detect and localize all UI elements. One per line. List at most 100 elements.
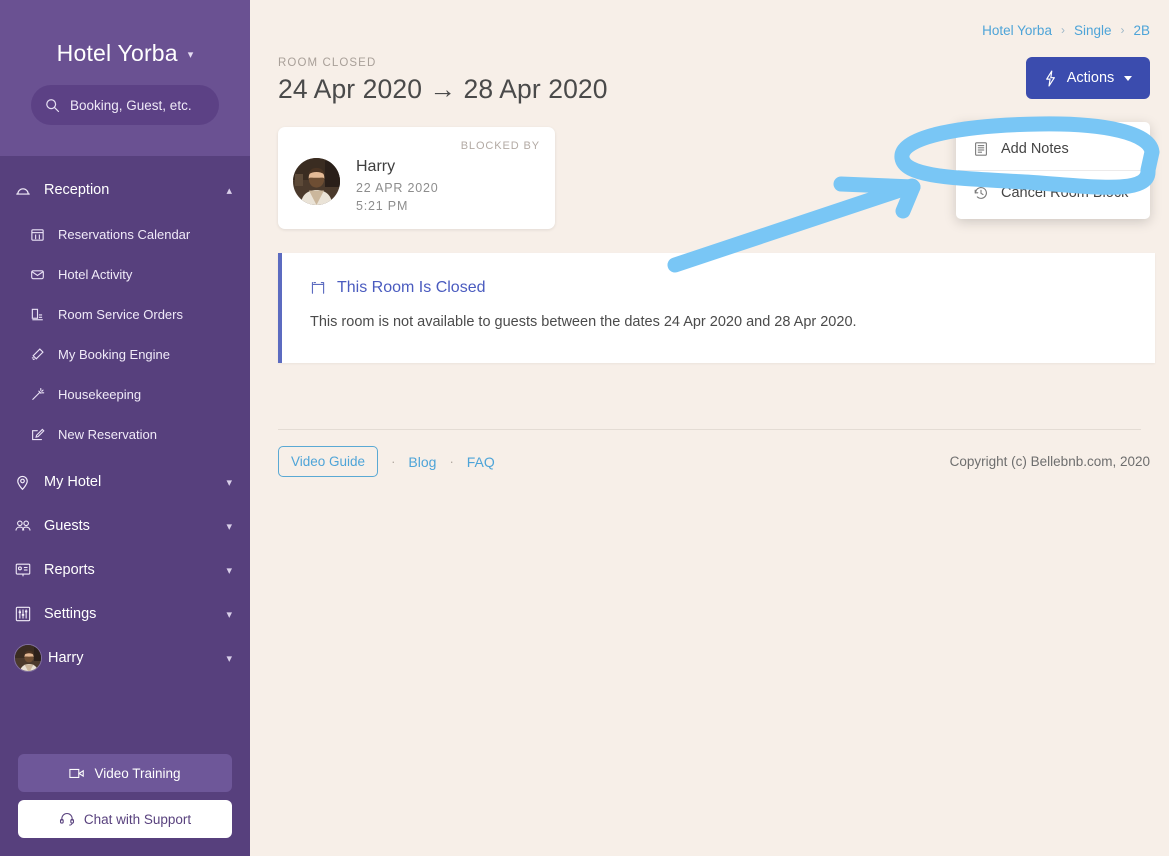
actions-button[interactable]: Actions <box>1026 57 1150 99</box>
sidebar-item-housekeeping[interactable]: Housekeeping <box>0 374 250 414</box>
footer-dot: · <box>391 454 396 469</box>
footer: Video Guide · Blog · FAQ Copyright (c) B… <box>264 430 1155 477</box>
sidebar-group-label: Guests <box>44 518 90 534</box>
breadcrumb: Hotel Yorba › Single › 2B <box>264 0 1155 40</box>
sidebar-group-settings[interactable]: Settings ▾ <box>0 592 250 636</box>
chevron-down-icon: ▾ <box>226 608 232 621</box>
brand-switcher[interactable]: Hotel Yorba ▾ <box>0 0 250 67</box>
room-service-icon <box>30 307 52 322</box>
actions-dropdown-menu: Add Notes Cancel Room Block <box>956 122 1150 219</box>
sidebar-item-reservations-calendar[interactable]: Reservations Calendar <box>0 214 250 254</box>
search-input[interactable]: Booking, Guest, etc. <box>31 85 219 125</box>
reports-icon <box>14 561 38 579</box>
room-closed-alert: This Room Is Closed This room is not ava… <box>278 253 1155 363</box>
footer-link-blog[interactable]: Blog <box>408 454 436 470</box>
booking-engine-icon <box>30 347 52 362</box>
history-clock-icon <box>973 185 989 201</box>
sidebar-user-label: Harry <box>48 650 84 666</box>
breadcrumb-separator: › <box>1120 23 1125 37</box>
sidebar-item-label: Reservations Calendar <box>58 226 191 242</box>
menu-item-cancel-room-block[interactable]: Cancel Room Block <box>956 171 1150 214</box>
chevron-down-icon: ▾ <box>226 564 232 577</box>
headset-icon <box>59 811 75 827</box>
bolt-icon <box>1044 69 1057 87</box>
sidebar-header: Hotel Yorba ▾ Booking, Guest, etc. <box>0 0 250 156</box>
envelope-icon <box>30 267 52 282</box>
caret-down-icon <box>1124 75 1133 81</box>
sidebar-group-label: Settings <box>44 606 97 622</box>
magic-wand-icon <box>30 387 52 402</box>
alert-title: This Room Is Closed <box>337 279 486 296</box>
sidebar-item-label: My Booking Engine <box>58 346 171 362</box>
sidebar-item-hotel-activity[interactable]: Hotel Activity <box>0 254 250 294</box>
chevron-down-icon: ▾ <box>226 652 232 665</box>
sidebar-item-label: New Reservation <box>58 426 157 442</box>
menu-item-label: Cancel Room Block <box>1001 184 1129 201</box>
pencil-square-icon <box>30 427 52 442</box>
chat-support-button[interactable]: Chat with Support <box>18 800 232 838</box>
footer-dot: · <box>449 454 454 469</box>
sidebar-item-my-booking-engine[interactable]: My Booking Engine <box>0 334 250 374</box>
sidebar-group-guests[interactable]: Guests ▾ <box>0 504 250 548</box>
video-training-label: Video Training <box>94 765 181 781</box>
chevron-down-icon: ▾ <box>226 476 232 489</box>
sidebar-group-label: Reception <box>44 182 110 198</box>
search-placeholder: Booking, Guest, etc. <box>70 97 192 113</box>
blocked-by-time: 5:21 PM <box>356 199 409 213</box>
video-camera-icon <box>69 766 85 780</box>
chevron-up-icon: ▴ <box>226 184 232 197</box>
sidebar-group-reports[interactable]: Reports ▾ <box>0 548 250 592</box>
copyright: Copyright (c) Bellebnb.com, 2020 <box>949 454 1150 469</box>
blocked-by-details: Harry 22 APR 2020 5:21 PM <box>356 158 438 213</box>
alert-body: This room is not available to guests bet… <box>310 314 857 330</box>
chevron-down-icon: ▾ <box>187 49 194 61</box>
sidebar-subnav-reception: Reservations Calendar Hotel Activity Roo… <box>0 212 250 460</box>
map-pin-icon <box>14 474 38 491</box>
sidebar-item-room-service-orders[interactable]: Room Service Orders <box>0 294 250 334</box>
breadcrumb-item-room[interactable]: 2B <box>1133 23 1150 38</box>
brand-name: Hotel Yorba <box>56 40 178 66</box>
page-title: 24 Apr 2020 → 28 Apr 2020 <box>278 74 608 104</box>
sidebar-group-reception[interactable]: Reception ▴ <box>0 168 250 212</box>
sidebar-nav: Reception ▴ Reservations Calendar Hotel … <box>0 156 250 680</box>
blocked-by-name: Harry <box>356 158 396 175</box>
sidebar-group-label: My Hotel <box>44 474 102 490</box>
avatar <box>14 644 42 672</box>
sidebar-item-new-reservation[interactable]: New Reservation <box>0 414 250 454</box>
search-icon <box>45 98 60 113</box>
calendar-icon <box>30 227 52 242</box>
blocked-by-date: 22 APR 2020 <box>356 181 439 195</box>
blocked-by-label: BLOCKED BY <box>460 140 540 152</box>
sliders-icon <box>14 605 38 623</box>
notes-icon <box>973 141 989 157</box>
blocked-by-row: Harry 22 APR 2020 5:21 PM <box>293 158 540 213</box>
sidebar-group-label: Reports <box>44 562 95 578</box>
footer-link-faq[interactable]: FAQ <box>467 454 495 470</box>
menu-item-add-notes[interactable]: Add Notes <box>956 127 1150 170</box>
sidebar-group-my-hotel[interactable]: My Hotel ▾ <box>0 460 250 504</box>
breadcrumb-item-roomtype[interactable]: Single <box>1074 23 1112 38</box>
guests-icon <box>14 517 38 535</box>
menu-item-label: Add Notes <box>1001 140 1069 157</box>
sidebar-item-label: Hotel Activity <box>58 266 133 282</box>
sidebar-item-label: Room Service Orders <box>58 306 183 322</box>
avatar <box>293 158 340 205</box>
chat-support-label: Chat with Support <box>83 811 192 827</box>
chevron-down-icon: ▾ <box>226 520 232 533</box>
alert-title-row: This Room Is Closed <box>310 279 1155 297</box>
breadcrumb-separator: › <box>1060 23 1065 37</box>
video-guide-button[interactable]: Video Guide <box>278 446 379 477</box>
video-training-button[interactable]: Video Training <box>18 754 232 792</box>
app-root: Hotel Yorba ▾ Booking, Guest, etc. Recep… <box>0 0 1169 856</box>
closed-flag-icon <box>310 280 327 296</box>
main-content: Hotel Yorba › Single › 2B ROOM CLOSED 24… <box>250 0 1169 856</box>
page-eyebrow: ROOM CLOSED <box>278 57 377 69</box>
blocked-by-card: BLOCKED BY Harry 22 APR 2020 5:21 PM <box>278 127 555 229</box>
breadcrumb-item-hotel[interactable]: Hotel Yorba <box>982 23 1052 38</box>
sidebar-footer: Video Training Chat with Support <box>0 754 250 838</box>
page-title-block: ROOM CLOSED 24 Apr 2020 → 28 Apr 2020 <box>278 57 608 105</box>
sidebar-item-label: Housekeeping <box>58 386 142 402</box>
page-header: ROOM CLOSED 24 Apr 2020 → 28 Apr 2020 Ac… <box>264 40 1155 105</box>
sidebar-user-menu[interactable]: Harry ▾ <box>0 636 250 680</box>
footer-links: Video Guide · Blog · FAQ <box>278 446 495 477</box>
